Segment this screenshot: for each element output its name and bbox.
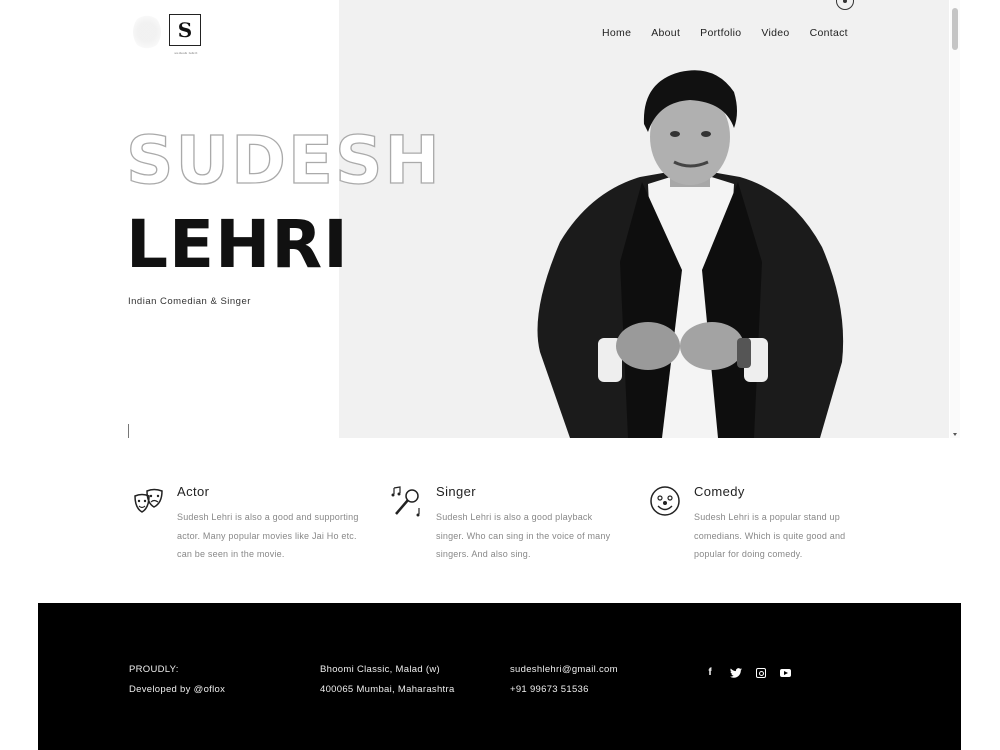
feature-text: Sudesh Lehri is also a good playback sin…	[436, 512, 611, 560]
footer-developer-link[interactable]: Developed by @oflox	[129, 680, 225, 700]
footer-phone[interactable]: +91 99673 51536	[510, 680, 618, 700]
footer-address: Bhoomi Classic, Malad (w) 400065 Mumbai,…	[320, 660, 455, 699]
feature-text: Sudesh Lehri is also a good and supporti…	[177, 512, 359, 560]
nav-home[interactable]: Home	[602, 27, 631, 39]
scrollbar[interactable]	[950, 0, 960, 438]
nav-contact[interactable]: Contact	[810, 27, 848, 39]
social-links: f	[704, 667, 791, 678]
scroll-indicator-line	[128, 424, 129, 438]
logo-seal	[133, 14, 161, 50]
site-logo[interactable]: S sudesh lehri	[133, 14, 201, 55]
microphone-music-icon	[391, 486, 420, 517]
facebook-icon[interactable]: f	[704, 667, 716, 678]
clown-face-icon	[650, 486, 680, 516]
nav-portfolio[interactable]: Portfolio	[700, 27, 741, 39]
footer-contact: sudeshlehri@gmail.com +91 99673 51536	[510, 660, 618, 699]
footer-email-link[interactable]: sudeshlehri@gmail.com	[510, 660, 618, 680]
feature-title: Singer	[436, 484, 476, 499]
footer-credit: PROUDLY: Developed by @oflox	[129, 660, 225, 699]
scroll-down-arrow[interactable]	[953, 433, 957, 436]
main-nav: Home About Portfolio Video Contact	[602, 27, 848, 39]
scrollbar-thumb[interactable]	[952, 8, 958, 50]
portrait-image	[537, 70, 844, 438]
hero-first-name: SUDESH	[125, 122, 442, 199]
feature-title: Comedy	[694, 484, 745, 499]
nav-about[interactable]: About	[651, 27, 680, 39]
feature-title: Actor	[177, 484, 210, 499]
site-footer: PROUDLY: Developed by @oflox Bhoomi Clas…	[38, 603, 961, 750]
feature-text: Sudesh Lehri is a popular stand up comed…	[694, 512, 846, 560]
youtube-icon[interactable]	[780, 668, 791, 677]
address-line-2: 400065 Mumbai, Maharashtra	[320, 683, 455, 695]
theater-masks-icon	[134, 488, 163, 513]
logo-tagline: sudesh lehri	[174, 51, 198, 55]
twitter-icon[interactable]	[730, 667, 742, 678]
hero-subtitle: Indian Comedian & Singer	[128, 296, 251, 307]
footer-credit-label: PROUDLY:	[129, 664, 179, 675]
logo-letter: S	[177, 18, 193, 42]
logo-monogram: S sudesh lehri	[169, 14, 201, 55]
nav-video[interactable]: Video	[761, 27, 789, 39]
instagram-icon[interactable]	[756, 667, 766, 678]
address-line-1: Bhoomi Classic, Malad (w)	[320, 664, 440, 675]
hero-last-name: LEHRI	[126, 206, 349, 283]
